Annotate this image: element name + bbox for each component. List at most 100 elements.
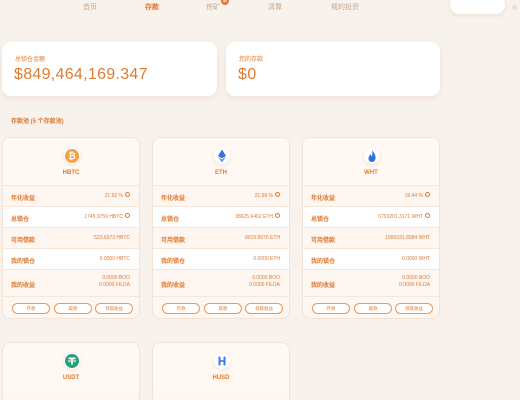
nav-home[interactable]: 首页 <box>83 2 97 12</box>
locked-value: 0.0000 WHT <box>401 256 430 262</box>
pool-card-wht: WHT 年化收益 19.44 % 总锁仓 6793201.3171 WHT 可用… <box>302 137 440 319</box>
earn-boo: 0.0000 BOO <box>402 275 430 281</box>
pool-name: WHT <box>364 170 378 176</box>
apy-value: 19.44 % <box>405 192 430 200</box>
apy-value: 21.92 % <box>105 192 130 200</box>
borrow-row: 可用借款 523.6973 HBTC <box>3 227 139 248</box>
apy-row: 年化收益 21.92 % <box>3 185 139 206</box>
tvl-value: 38625.6402 ETH <box>235 213 280 221</box>
nav-my-investment[interactable]: 我的投资 <box>331 2 359 12</box>
borrow-value: 523.6973 HBTC <box>94 235 130 241</box>
apy-label: 年化收益 <box>311 196 336 202</box>
earnings-row: 我的收益 0.0000 BOO 0.0000 FILDA <box>3 269 139 296</box>
menu-icon[interactable] <box>512 5 517 10</box>
my-deposit-value: $0 <box>238 66 257 83</box>
action-bar: 存款 取款 领取收益 <box>153 296 289 318</box>
earnings-label: 我的收益 <box>161 283 186 289</box>
pool-name: HBTC <box>62 170 80 176</box>
earnings-value: 0.0000 BOO 0.0000 FILDA <box>249 275 280 289</box>
pool-header: WHT <box>303 138 439 185</box>
locked-row: 我的锁仓 0.0000 WHT <box>303 248 439 269</box>
action-bar: 存款 取款 领取收益 <box>303 296 439 318</box>
tether-icon <box>64 353 80 369</box>
deposit-button[interactable]: 存款 <box>312 303 350 314</box>
my-deposit-label: 您的存款 <box>239 57 264 63</box>
earnings-row: 我的收益 0.0000 BOO 0.0000 FILDA <box>153 269 289 296</box>
total-value: $849,464,169.347 <box>14 66 148 83</box>
pool-card-eth: ETH 年化收益 21.69 % 总锁仓 38625.6402 ETH 可用借款… <box>152 137 290 319</box>
borrow-row: 可用借款 1890331.8984 WHT <box>303 227 439 248</box>
pool-header: ETH <box>153 138 289 185</box>
pool-card-usdt: USDT <box>2 342 140 400</box>
info-icon[interactable] <box>275 213 280 219</box>
info-icon[interactable] <box>275 192 280 198</box>
earn-filda: 0.0000 FILDA <box>99 282 130 288</box>
apy-label: 年化收益 <box>11 196 36 202</box>
locked-label: 我的锁仓 <box>161 259 186 265</box>
wallet-button[interactable] <box>450 0 505 14</box>
pool-card-husd: HUSD <box>152 342 290 400</box>
tvl-label: 总锁仓 <box>11 217 30 223</box>
pool-name: USDT <box>62 375 80 381</box>
pool-header: USDT <box>3 343 139 390</box>
apy-label: 年化收益 <box>161 196 186 202</box>
tvl-row: 总锁仓 6793201.3171 WHT <box>303 206 439 227</box>
total-value-label: 总锁仓金额 <box>15 57 46 63</box>
bitcoin-icon: ₿ <box>64 148 80 164</box>
locked-row: 我的锁仓 0.0000 HBTC <box>3 248 139 269</box>
pool-card-hbtc: ₿ HBTC 年化收益 21.92 % 总锁仓 1745.9750 HBTC 可… <box>2 137 140 319</box>
deposit-button[interactable]: 存款 <box>162 303 200 314</box>
earn-filda: 0.0000 FILDA <box>399 282 430 288</box>
nav-liquidation[interactable]: 清算 <box>268 2 282 12</box>
info-icon[interactable] <box>125 192 130 198</box>
borrow-row: 可用借款 8019.8976 ETH <box>153 227 289 248</box>
earnings-value: 0.0000 BOO 0.0000 FILDA <box>399 275 430 289</box>
pool-name: ETH <box>215 170 227 176</box>
earnings-label: 我的收益 <box>11 283 36 289</box>
borrow-label: 可用借款 <box>11 238 36 244</box>
claim-button[interactable]: 领取收益 <box>95 303 133 314</box>
borrow-label: 可用借款 <box>161 238 186 244</box>
borrow-label: 可用借款 <box>311 238 336 244</box>
earn-filda: 0.0000 FILDA <box>249 282 280 288</box>
borrow-value: 8019.8976 ETH <box>244 235 280 241</box>
apy-value: 21.69 % <box>255 192 280 200</box>
locked-row: 我的锁仓 0.0000 ETH <box>153 248 289 269</box>
info-icon[interactable] <box>425 192 430 198</box>
pool-header: ₿ HBTC <box>3 138 139 185</box>
locked-label: 我的锁仓 <box>311 259 336 265</box>
earn-boo: 0.0000 BOO <box>102 275 130 281</box>
nav-mining[interactable]: 挖矿 <box>206 2 220 12</box>
earnings-value: 0.0000 BOO 0.0000 FILDA <box>99 275 130 289</box>
new-badge: 新 <box>221 0 229 5</box>
claim-button[interactable]: 领取收益 <box>245 303 283 314</box>
withdraw-button[interactable]: 取款 <box>204 303 242 314</box>
total-value-card: 总锁仓金额 $849,464,169.347 <box>2 42 217 96</box>
claim-button[interactable]: 领取收益 <box>395 303 433 314</box>
apy-row: 年化收益 19.44 % <box>303 185 439 206</box>
husd-icon <box>214 353 230 369</box>
my-deposit-card: 您的存款 $0 <box>226 42 440 96</box>
info-icon[interactable] <box>425 213 430 219</box>
tvl-value: 1745.9750 HBTC <box>84 213 130 221</box>
tvl-row: 总锁仓 1745.9750 HBTC <box>3 206 139 227</box>
svg-text:₿: ₿ <box>68 151 75 162</box>
tvl-label: 总锁仓 <box>311 217 330 223</box>
earnings-row: 我的收益 0.0000 BOO 0.0000 FILDA <box>303 269 439 296</box>
info-icon[interactable] <box>125 213 130 219</box>
tvl-row: 总锁仓 38625.6402 ETH <box>153 206 289 227</box>
ethereum-icon <box>214 148 230 164</box>
earn-boo: 0.0000 BOO <box>252 275 280 281</box>
withdraw-button[interactable]: 取款 <box>54 303 92 314</box>
earnings-label: 我的收益 <box>311 283 336 289</box>
locked-value: 0.0000 ETH <box>253 256 280 262</box>
action-bar: 存款 取款 领取收益 <box>3 296 139 318</box>
nav-deposit[interactable]: 存款 <box>145 2 159 12</box>
heco-flame-icon <box>364 148 380 164</box>
section-title: 存款池 (5 个存款池) <box>11 119 64 125</box>
locked-label: 我的锁仓 <box>11 259 36 265</box>
withdraw-button[interactable]: 取款 <box>354 303 392 314</box>
borrow-value: 1890331.8984 WHT <box>385 235 430 241</box>
deposit-button[interactable]: 存款 <box>12 303 50 314</box>
pool-name: HUSD <box>212 375 230 381</box>
